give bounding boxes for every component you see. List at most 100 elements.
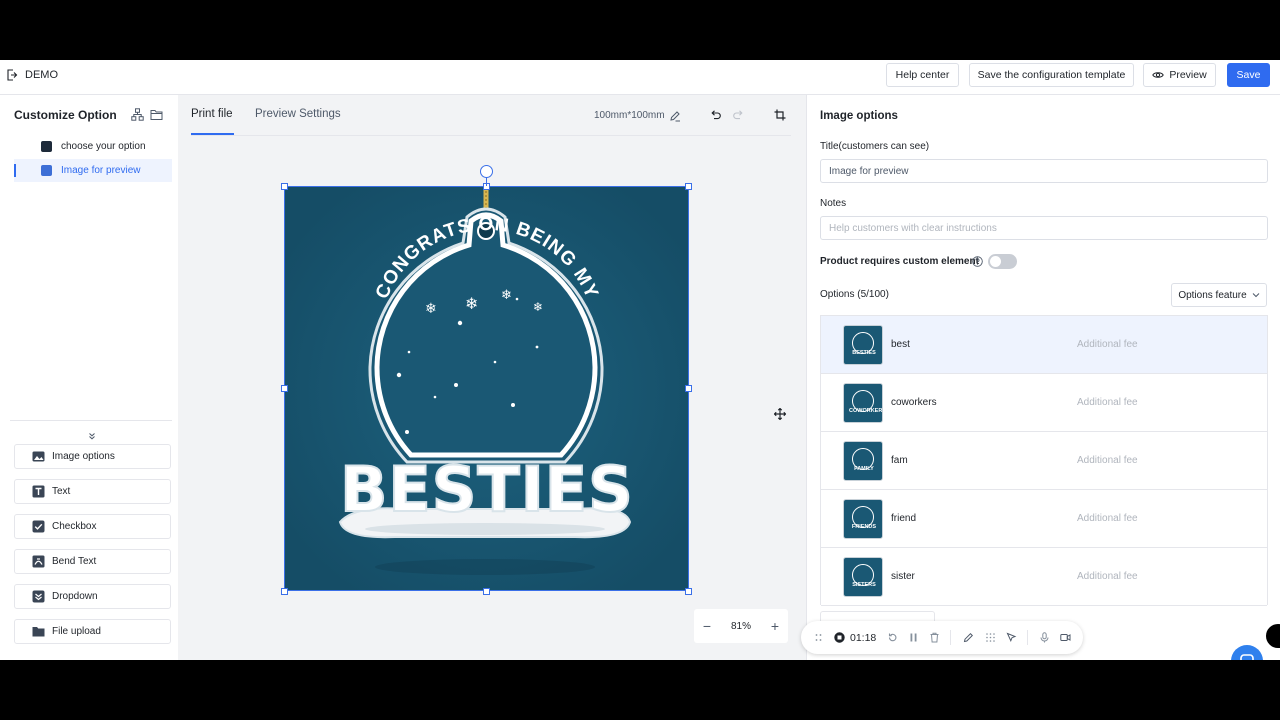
save-button[interactable]: Save (1227, 63, 1270, 87)
image-thumb-icon (41, 165, 52, 176)
exit-icon[interactable] (6, 69, 18, 81)
hierarchy-icon[interactable] (131, 108, 144, 121)
rotate-handle[interactable] (480, 165, 493, 178)
tab-preview-settings[interactable]: Preview Settings (255, 108, 341, 120)
zoom-out-button[interactable]: − (694, 618, 720, 634)
delete-icon[interactable] (929, 632, 940, 643)
help-icon[interactable] (972, 256, 983, 267)
chevron-down-icon (1252, 293, 1260, 298)
option-row[interactable]: BESTIES best Additional fee (821, 316, 1267, 374)
tab-bar: Print file Preview Settings 100mm*100mm (178, 95, 806, 136)
additional-fee-field[interactable]: Additional fee (1077, 397, 1138, 408)
image-icon (32, 451, 45, 462)
component-bend-text[interactable]: Bend Text (14, 549, 171, 574)
additional-fee-field[interactable]: Additional fee (1077, 513, 1138, 524)
option-row[interactable]: FAMILY fam Additional fee (821, 432, 1267, 490)
option-thumbnail: COWORKERS (843, 382, 883, 423)
component-dropdown[interactable]: Dropdown (14, 584, 171, 609)
dimension-label: 100mm*100mm (594, 110, 665, 121)
svg-text:❄: ❄ (425, 301, 437, 317)
options-feature-dropdown[interactable]: Options feature (1171, 283, 1267, 307)
help-center-button[interactable]: Help center (886, 63, 959, 87)
left-panel: Customize Option choose your option Imag… (0, 95, 178, 660)
cursor-icon[interactable] (1006, 632, 1017, 643)
custom-element-label: Product requires custom element (820, 256, 979, 267)
panel-title: Image options (820, 110, 898, 122)
additional-fee-field[interactable]: Additional fee (1077, 339, 1138, 350)
bend-text-icon (32, 555, 45, 568)
chat-icon (1240, 654, 1254, 660)
option-item-label: Image for preview (61, 165, 141, 176)
svg-text:BESTIES: BESTIES (340, 453, 634, 526)
rotate-line (486, 177, 487, 186)
resize-handle[interactable] (685, 385, 692, 392)
app-window: DEMO Help center Save the configuration … (0, 60, 1280, 660)
svg-text:❄: ❄ (465, 294, 478, 313)
undo-icon[interactable] (709, 109, 721, 121)
custom-element-toggle[interactable] (988, 254, 1017, 269)
spotlight-icon[interactable] (985, 632, 996, 643)
title-input[interactable] (820, 159, 1268, 183)
pause-icon[interactable] (908, 632, 919, 643)
resize-handle[interactable] (685, 588, 692, 595)
dropdown-icon (32, 590, 45, 603)
ornament-artwork: CONGRATS ON BEING MY ❄ ❄ ❄ ❄ BESTIES (285, 187, 688, 590)
resize-handle[interactable] (281, 588, 288, 595)
option-thumbnail: FRIENDS (843, 498, 883, 539)
notes-input[interactable] (820, 216, 1268, 240)
zoom-control: − 81% + (694, 609, 788, 643)
resize-handle[interactable] (281, 385, 288, 392)
option-item-label: choose your option (61, 141, 146, 152)
folder-icon[interactable] (150, 108, 163, 121)
component-file-upload[interactable]: File upload (14, 619, 171, 644)
component-label: Bend Text (52, 556, 97, 567)
pen-icon[interactable] (963, 632, 974, 643)
option-name: friend (891, 513, 917, 524)
redo-icon[interactable] (733, 109, 745, 121)
svg-text:❄: ❄ (501, 288, 512, 303)
eye-icon (1152, 72, 1165, 78)
restart-icon[interactable] (887, 632, 898, 643)
edit-icon[interactable] (669, 110, 681, 122)
additional-fee-field[interactable]: Additional fee (1077, 455, 1138, 466)
toggle-knob (990, 256, 1001, 267)
option-item-choose[interactable]: choose your option (14, 135, 172, 158)
option-row[interactable]: FRIENDS friend Additional fee (821, 490, 1267, 548)
component-text[interactable]: Text (14, 479, 171, 504)
folder-icon (32, 627, 45, 637)
additional-fee-field[interactable]: Additional fee (1077, 571, 1138, 582)
recording-time: 01:18 (850, 632, 877, 644)
component-label: Text (52, 486, 71, 497)
resize-handle[interactable] (281, 183, 288, 190)
app-title: DEMO (25, 69, 58, 81)
option-item-image-preview[interactable]: Image for preview (14, 159, 172, 182)
option-name: sister (891, 571, 915, 582)
record-stop-icon[interactable] (834, 632, 845, 643)
option-name: coworkers (891, 397, 937, 408)
option-row[interactable]: COWORKERS coworkers Additional fee (821, 374, 1267, 432)
option-row[interactable]: SISTERS sister Additional fee (821, 548, 1267, 606)
camera-icon[interactable] (1060, 632, 1071, 643)
svg-text:❄: ❄ (533, 300, 543, 314)
save-template-button[interactable]: Save the configuration template (969, 63, 1134, 87)
preview-label: Preview (1169, 69, 1207, 81)
component-label: File upload (52, 626, 101, 637)
zoom-in-button[interactable]: + (762, 618, 788, 634)
resize-handle[interactable] (685, 183, 692, 190)
options-count-label: Options (5/100) (820, 289, 889, 300)
print-file-canvas[interactable]: CONGRATS ON BEING MY ❄ ❄ ❄ ❄ BESTIES (284, 186, 689, 591)
resize-handle[interactable] (483, 588, 490, 595)
component-image-options[interactable]: Image options (14, 444, 171, 469)
collapse-chevron-icon[interactable] (88, 432, 96, 440)
zoom-level: 81% (730, 620, 751, 632)
image-thumb-icon (41, 141, 52, 152)
drag-handle-icon[interactable] (813, 632, 824, 643)
microphone-icon[interactable] (1039, 632, 1050, 643)
tab-print-file[interactable]: Print file (191, 108, 233, 120)
divider (10, 420, 172, 421)
preview-button[interactable]: Preview (1143, 63, 1216, 87)
divider (1027, 630, 1028, 645)
top-bar: DEMO Help center Save the configuration … (0, 60, 1280, 95)
crop-icon[interactable] (774, 109, 786, 121)
component-checkbox[interactable]: Checkbox (14, 514, 171, 539)
